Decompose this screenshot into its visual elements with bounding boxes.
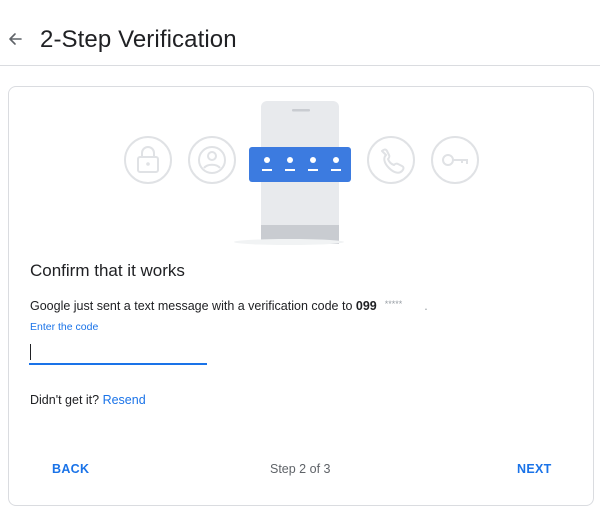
verification-code-bar <box>249 147 351 182</box>
key-icon <box>431 136 479 184</box>
page-title: 2-Step Verification <box>40 26 237 53</box>
verification-code-input[interactable] <box>29 339 207 365</box>
confirm-heading: Confirm that it works <box>30 261 185 280</box>
resend-prompt: Didn't get it? <box>30 393 103 407</box>
account-icon <box>188 136 236 184</box>
step-indicator: Step 2 of 3 <box>270 462 331 476</box>
phone-call-icon <box>367 136 415 184</box>
back-button[interactable]: BACK <box>52 462 89 476</box>
phone-number-masked: ***** <box>384 299 403 309</box>
verification-illustration <box>124 101 479 245</box>
code-field-label: Enter the code <box>30 321 99 333</box>
lock-icon <box>124 136 172 184</box>
text-caret <box>30 344 31 360</box>
message-period: . <box>424 299 428 313</box>
next-button[interactable]: NEXT <box>517 462 552 476</box>
resend-link[interactable]: Resend <box>103 393 146 407</box>
arrow-left-icon[interactable] <box>6 30 24 48</box>
verification-message: Google just sent a text message with a v… <box>30 299 428 313</box>
verification-card: Confirm that it works Google just sent a… <box>8 86 594 506</box>
page-header: 2-Step Verification <box>0 0 600 66</box>
resend-row: Didn't get it? Resend <box>30 393 146 407</box>
message-text: Google just sent a text message with a v… <box>30 299 356 313</box>
phone-number-prefix: 099 <box>355 299 377 313</box>
